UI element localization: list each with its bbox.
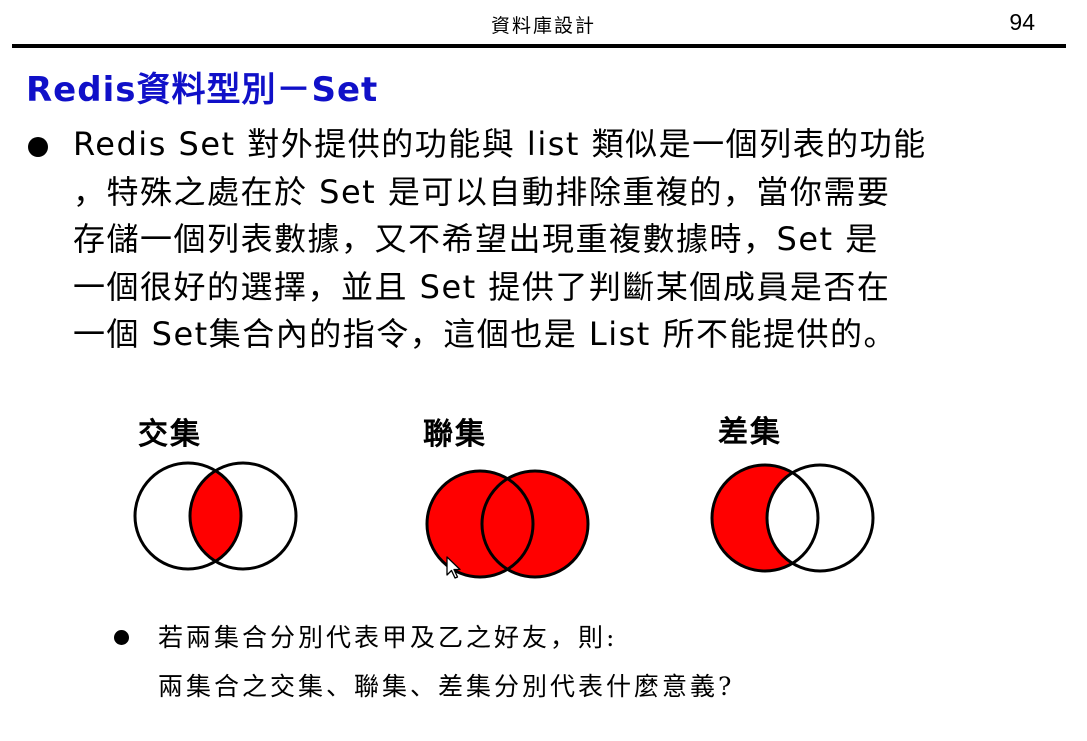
mouse-cursor-icon: [446, 556, 461, 579]
intersection-venn-diagram: [133, 461, 298, 571]
set-diagrams: 交集 聯集 差集: [0, 395, 1087, 595]
main-bullet-line: 一個很好的選擇，並且 Set 提供了判斷某個成員是否在: [73, 267, 891, 306]
union-label: 聯集: [423, 417, 487, 452]
slide: 資料庫設計 94 Redis資料型別－Set Redis Set 對外提供的功能…: [0, 0, 1087, 741]
sub-bullet-text: 若兩集合分別代表甲及乙之好友，則: 兩集合之交集、聯集、差集分別代表什麼意義?: [158, 613, 734, 711]
difference-label: 差集: [718, 415, 782, 450]
header-divider: [12, 44, 1066, 48]
slide-title: Redis資料型別－Set: [26, 70, 379, 110]
sub-bullet-line: 兩集合之交集、聯集、差集分別代表什麼意義?: [158, 672, 735, 701]
main-bullet-line: Redis Set 對外提供的功能與 list 類似是一個列表的功能: [73, 125, 927, 163]
bullet-icon: [28, 137, 48, 157]
main-bullet-text: Redis Set 對外提供的功能與 list 類似是一個列表的功能 ，特殊之處…: [73, 121, 1068, 359]
header-title: 資料庫設計: [490, 15, 596, 37]
intersection-label: 交集: [138, 417, 202, 452]
main-bullet-line: 一個 Set集合內的指令，這個也是 List 所不能提供的。: [73, 315, 898, 353]
main-bullet-line: 存儲一個列表數據，又不希望出現重複數據時，Set 是: [73, 220, 879, 258]
main-bullet-line: ，特殊之處在於 Set 是可以自動排除重複的，當你需要: [73, 172, 891, 211]
sub-bullet-icon: [114, 630, 129, 645]
sub-bullet-line: 若兩集合分別代表甲及乙之好友，則:: [158, 623, 618, 652]
page-number: 94: [1009, 9, 1035, 35]
difference-venn-diagram: [710, 463, 875, 573]
